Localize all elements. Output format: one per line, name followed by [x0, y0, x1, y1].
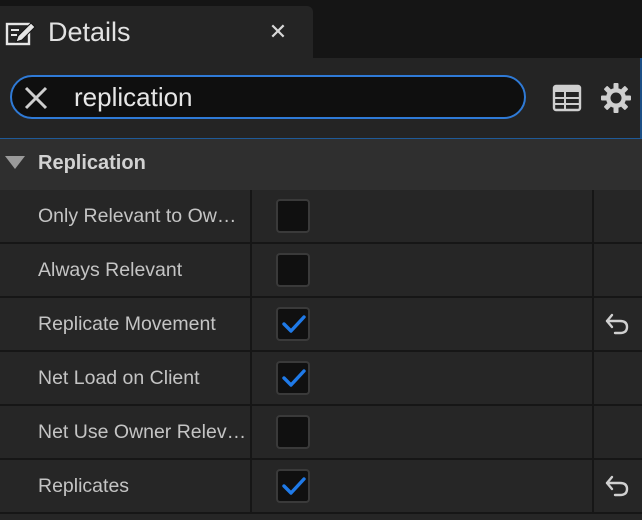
property-list: Only Relevant to Ow… Always Relevant Repli…: [0, 190, 642, 514]
checkmark-icon: [282, 369, 306, 387]
column-divider: [592, 406, 594, 458]
search-toolbar: [0, 58, 642, 138]
property-checkbox[interactable]: [276, 253, 310, 287]
property-label: Replicates: [38, 475, 130, 497]
property-label: Only Relevant to Ow…: [38, 205, 237, 227]
details-panel: Details ✕ replication Replication Only R…: [0, 0, 642, 520]
checkmark-icon: [282, 477, 306, 495]
property-checkbox[interactable]: [276, 307, 310, 341]
property-checkbox[interactable]: [276, 469, 310, 503]
column-divider: [592, 460, 594, 512]
column-divider[interactable]: [250, 298, 252, 350]
property-label: Net Load on Client: [38, 367, 200, 389]
tab-details[interactable]: Details ✕: [0, 6, 313, 58]
search-box[interactable]: [10, 75, 526, 119]
checkmark-icon: [282, 315, 306, 333]
property-row: Replicates: [0, 460, 642, 514]
tab-bar: Details ✕: [0, 0, 642, 58]
expand-arrow-icon[interactable]: [5, 156, 25, 169]
column-divider: [592, 352, 594, 404]
column-divider[interactable]: [250, 190, 252, 242]
column-divider[interactable]: [250, 460, 252, 512]
property-row: Always Relevant: [0, 244, 642, 298]
property-label: Always Relevant: [38, 259, 183, 281]
property-checkbox[interactable]: [276, 199, 310, 233]
property-checkbox[interactable]: [276, 415, 310, 449]
gear-icon[interactable]: [600, 82, 632, 114]
search-input[interactable]: [74, 81, 504, 113]
property-row: Net Use Owner Relev…: [0, 406, 642, 460]
column-divider: [592, 298, 594, 350]
property-checkbox[interactable]: [276, 361, 310, 395]
details-pencil-icon: [5, 22, 36, 46]
tab-title: Details: [48, 17, 131, 47]
property-label: Replicate Movement: [38, 313, 216, 335]
column-divider: [592, 190, 594, 242]
property-row: Net Load on Client: [0, 352, 642, 406]
property-label: Net Use Owner Relev…: [38, 421, 247, 443]
clear-x-icon[interactable]: [22, 84, 50, 112]
column-divider[interactable]: [250, 244, 252, 296]
property-row: Replicate Movement: [0, 298, 642, 352]
property-row: Only Relevant to Ow…: [0, 190, 642, 244]
column-divider[interactable]: [250, 406, 252, 458]
category-title: Replication: [38, 152, 146, 174]
column-divider[interactable]: [250, 352, 252, 404]
reset-to-default-icon[interactable]: [604, 474, 630, 498]
panel-bottom-edge: [0, 514, 642, 520]
column-divider: [592, 244, 594, 296]
reset-to-default-icon[interactable]: [604, 312, 630, 336]
replication-category-header[interactable]: Replication: [0, 138, 642, 190]
close-icon[interactable]: ✕: [266, 20, 290, 44]
property-matrix-icon[interactable]: [551, 82, 583, 114]
